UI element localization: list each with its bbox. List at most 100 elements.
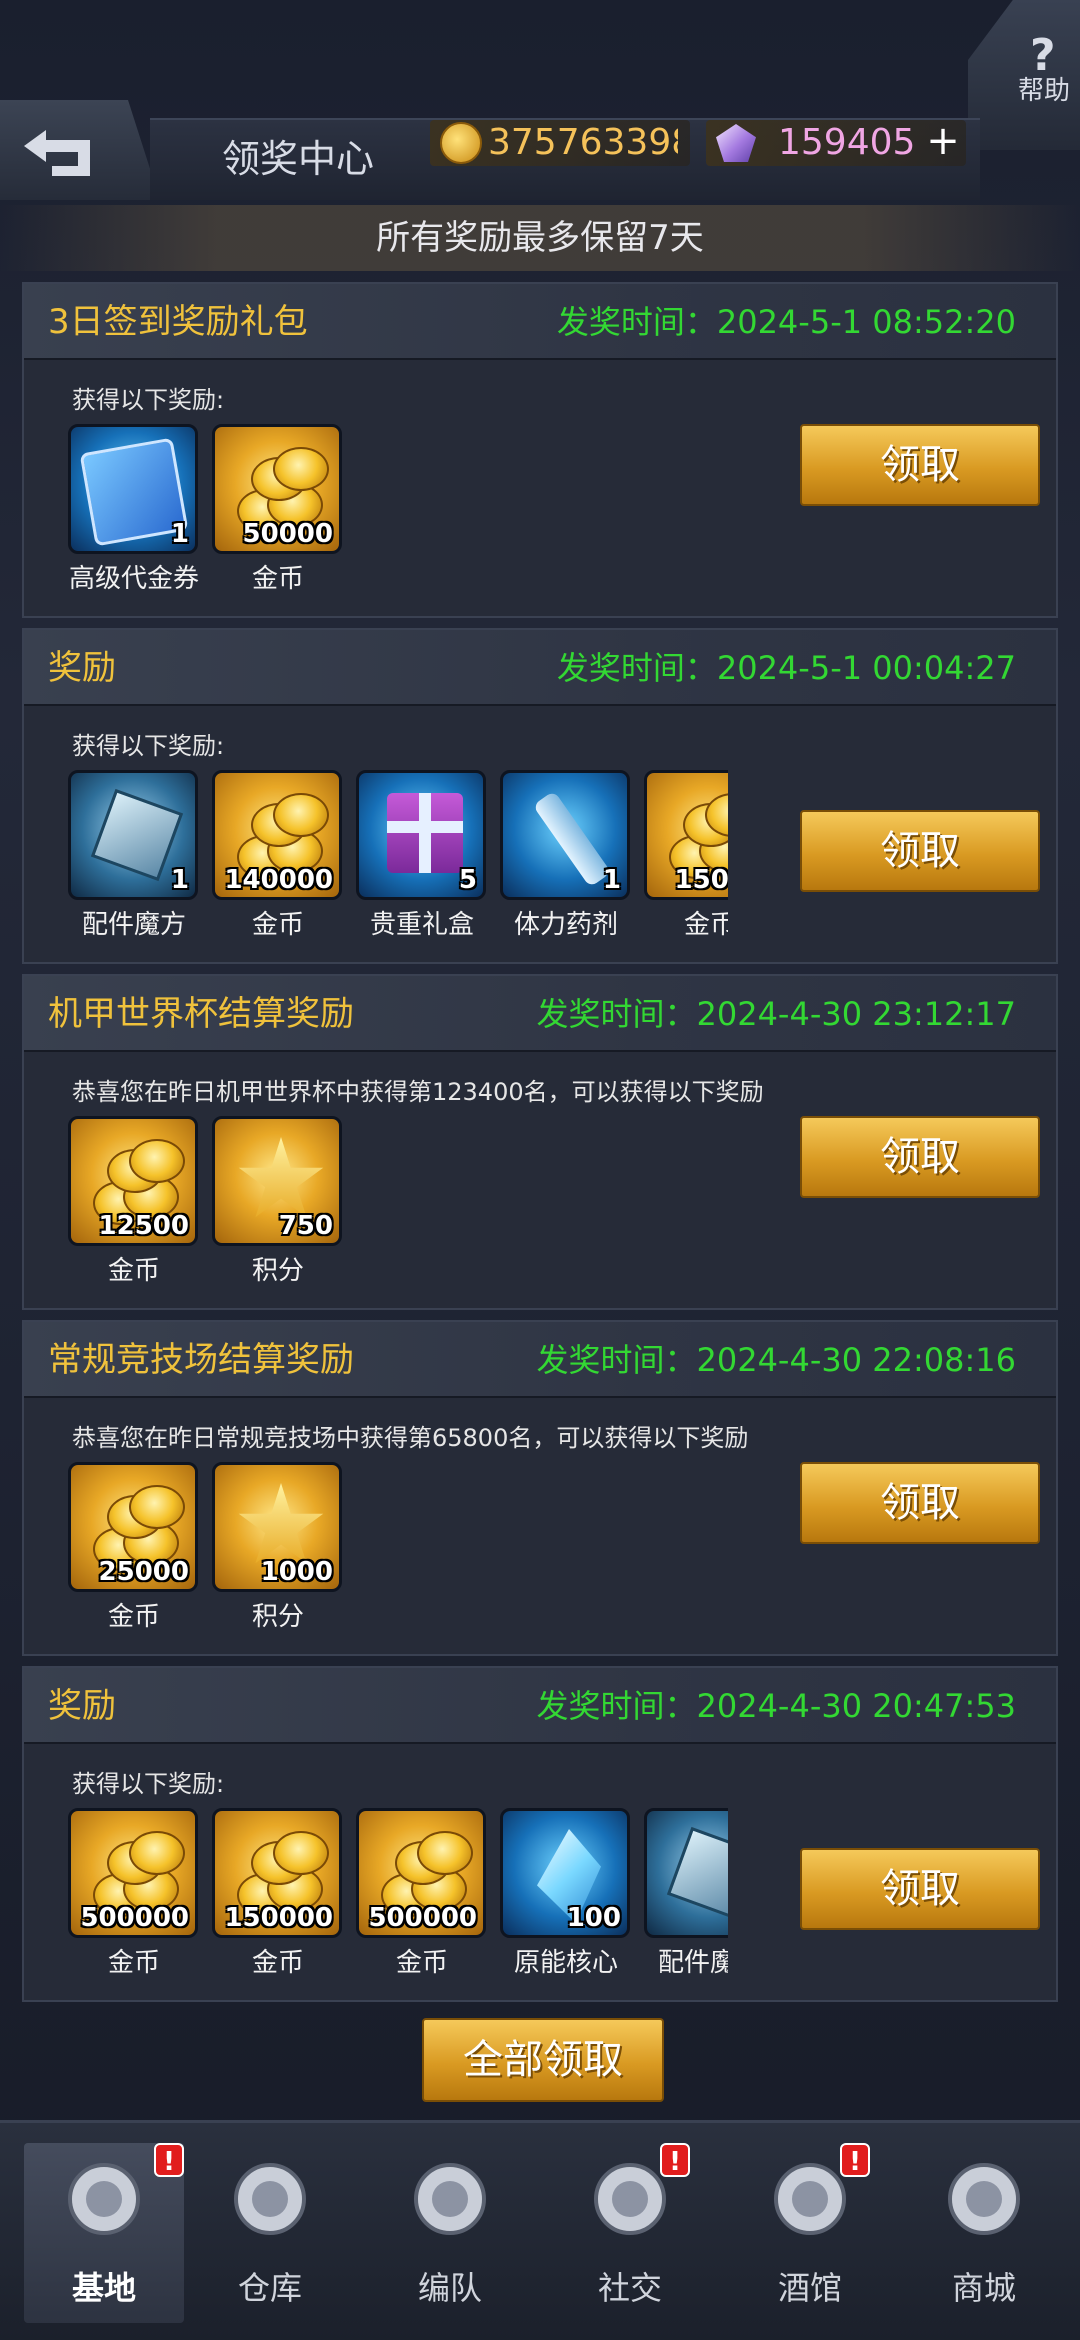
- nav-item[interactable]: 编队: [370, 2143, 530, 2323]
- reward-item[interactable]: 1 体力药剂: [500, 770, 632, 960]
- reward-item-icon-box[interactable]: 1: [500, 770, 630, 900]
- reward-items[interactable]: 500000 金币 150000 金币 500000 金币 100 原能核心 配件魔方: [68, 1808, 728, 1998]
- reward-items[interactable]: 12500 金币 750 积分: [68, 1116, 728, 1306]
- top-bar: 领奖中心 3757633982 159405 +: [0, 60, 1080, 200]
- reward-item-quantity: 1: [170, 519, 189, 549]
- claim-all-button[interactable]: 全部领取: [422, 2018, 664, 2102]
- gem-balance: 159405: [778, 122, 916, 163]
- reward-item-icon-box[interactable]: 1000: [212, 1462, 342, 1592]
- back-button[interactable]: [0, 100, 160, 200]
- reward-item-name: 金币: [107, 1948, 160, 1978]
- reward-item-quantity: 1: [170, 865, 189, 895]
- claim-button[interactable]: 领取: [800, 1462, 1040, 1544]
- gold-coin-icon: [440, 122, 482, 164]
- reward-item-name: 体力药剂: [513, 910, 618, 940]
- notification-badge: !: [840, 2143, 870, 2177]
- reward-item-quantity: 150000: [224, 1903, 333, 1933]
- reward-card: 奖励 发奖时间：2024-5-1 00:04:27 获得以下奖励: 1 配件魔方 1…: [22, 628, 1058, 964]
- reward-time: 发奖时间：2024-4-30 22:08:16: [536, 1341, 1016, 1379]
- reward-item-quantity: 500000: [368, 1903, 477, 1933]
- reward-item-quantity: 1: [602, 865, 621, 895]
- reward-item-name: 金币: [107, 1602, 160, 1632]
- reward-item[interactable]: 500000 金币: [356, 1808, 488, 1998]
- reward-card-header: 常规竞技场结算奖励 发奖时间：2024-4-30 22:08:16: [24, 1322, 1056, 1398]
- reward-item[interactable]: 5 贵重礼盒: [356, 770, 488, 960]
- reward-description: 恭喜您在昨日常规竞技场中获得第65800名，可以获得以下奖励: [72, 1424, 749, 1452]
- reward-item-name: 金币: [107, 1256, 160, 1286]
- stamina-vial-icon: [532, 790, 612, 888]
- reward-item-icon-box[interactable]: 12500: [68, 1116, 198, 1246]
- reward-item[interactable]: 25000 金币: [68, 1462, 200, 1652]
- reward-item[interactable]: 150000 金币: [212, 1808, 344, 1998]
- coin-balance: 3757633982: [488, 122, 678, 163]
- nav-label: 社交: [597, 2269, 662, 2307]
- reward-item-icon-box[interactable]: 1: [68, 424, 198, 554]
- reward-item-icon-box[interactable]: 500000: [68, 1808, 198, 1938]
- reward-item-icon-box[interactable]: 140000: [212, 770, 342, 900]
- nav-item[interactable]: 商城: [904, 2143, 1064, 2323]
- reward-title: 奖励: [48, 648, 116, 688]
- reward-item-quantity: 15000: [674, 865, 728, 895]
- reward-time: 发奖时间：2024-5-1 08:52:20: [556, 303, 1016, 341]
- reward-items[interactable]: 1 高级代金券 50000 金币: [68, 424, 728, 614]
- reward-item-icon-box[interactable]: 750: [212, 1116, 342, 1246]
- reward-item-name: 金币: [683, 910, 728, 940]
- reward-item[interactable]: 100 原能核心: [500, 1808, 632, 1998]
- reward-title: 机甲世界杯结算奖励: [48, 994, 354, 1034]
- reward-item[interactable]: 配件魔方: [644, 1808, 728, 1998]
- claim-button[interactable]: 领取: [800, 1848, 1040, 1930]
- reward-item[interactable]: 500000 金币: [68, 1808, 200, 1998]
- squad-helmet-icon: [414, 2163, 486, 2235]
- reward-item-icon-box[interactable]: 25000: [68, 1462, 198, 1592]
- gift-box-icon: [387, 793, 463, 873]
- tavern-mug-icon: [774, 2163, 846, 2235]
- reward-item-name: 金币: [251, 564, 304, 594]
- reward-item[interactable]: 1 配件魔方: [68, 770, 200, 960]
- reward-item-name: 贵重礼盒: [369, 910, 474, 940]
- reward-item-icon-box[interactable]: [644, 1808, 728, 1938]
- reward-item[interactable]: 140000 金币: [212, 770, 344, 960]
- reward-description: 获得以下奖励:: [72, 386, 225, 414]
- bottom-nav: 基地 ! 仓库 编队 社交 ! 酒馆 ! 商城: [0, 2120, 1080, 2340]
- nav-label: 编队: [417, 2269, 482, 2307]
- reward-item-name: 原能核心: [513, 1948, 618, 1978]
- parts-cube-icon: [666, 1826, 728, 1920]
- page-title: 领奖中心: [222, 137, 375, 181]
- reward-title: 奖励: [48, 1686, 116, 1726]
- reward-item-icon-box[interactable]: 100: [500, 1808, 630, 1938]
- add-gems-button[interactable]: +: [924, 121, 962, 162]
- nav-item[interactable]: 仓库: [190, 2143, 350, 2323]
- claim-button[interactable]: 领取: [800, 1116, 1040, 1198]
- reward-item-icon-box[interactable]: 150000: [212, 1808, 342, 1938]
- reward-item[interactable]: 15000 金币: [644, 770, 728, 960]
- reward-item-name: 金币: [395, 1948, 448, 1978]
- reward-item-icon-box[interactable]: 5: [356, 770, 486, 900]
- reward-item-icon-box[interactable]: 1: [68, 770, 198, 900]
- reward-items[interactable]: 25000 金币 1000 积分: [68, 1462, 728, 1652]
- reward-card-header: 机甲世界杯结算奖励 发奖时间：2024-4-30 23:12:17: [24, 976, 1056, 1052]
- claim-button[interactable]: 领取: [800, 810, 1040, 892]
- nav-item[interactable]: 酒馆 !: [730, 2143, 890, 2323]
- reward-item-icon-box[interactable]: 500000: [356, 1808, 486, 1938]
- nav-item[interactable]: 社交 !: [550, 2143, 710, 2323]
- reward-item[interactable]: 750 积分: [212, 1116, 344, 1306]
- reward-items[interactable]: 1 配件魔方 140000 金币 5 贵重礼盒 1 体力药剂 15000 金币: [68, 770, 728, 960]
- reward-card-header: 奖励 发奖时间：2024-4-30 20:47:53: [24, 1668, 1056, 1744]
- nav-label: 基地: [71, 2269, 136, 2307]
- reward-card-header: 奖励 发奖时间：2024-5-1 00:04:27: [24, 630, 1056, 706]
- claim-button[interactable]: 领取: [800, 424, 1040, 506]
- reward-item[interactable]: 12500 金币: [68, 1116, 200, 1306]
- reward-item[interactable]: 1000 积分: [212, 1462, 344, 1652]
- reward-item[interactable]: 50000 金币: [212, 424, 344, 614]
- reward-title: 3日签到奖励礼包: [48, 302, 308, 342]
- reward-item-name: 高级代金券: [68, 564, 199, 594]
- nav-item[interactable]: 基地 !: [24, 2143, 184, 2323]
- reward-item[interactable]: 1 高级代金券: [68, 424, 200, 614]
- warehouse-icon: [234, 2163, 306, 2235]
- reward-card: 奖励 发奖时间：2024-4-30 20:47:53 获得以下奖励: 50000…: [22, 1666, 1058, 2002]
- reward-time: 发奖时间：2024-4-30 23:12:17: [536, 995, 1016, 1033]
- base-emblem-icon: [68, 2163, 140, 2235]
- parts-cube-icon: [90, 788, 184, 882]
- reward-item-icon-box[interactable]: 50000: [212, 424, 342, 554]
- reward-item-icon-box[interactable]: 15000: [644, 770, 728, 900]
